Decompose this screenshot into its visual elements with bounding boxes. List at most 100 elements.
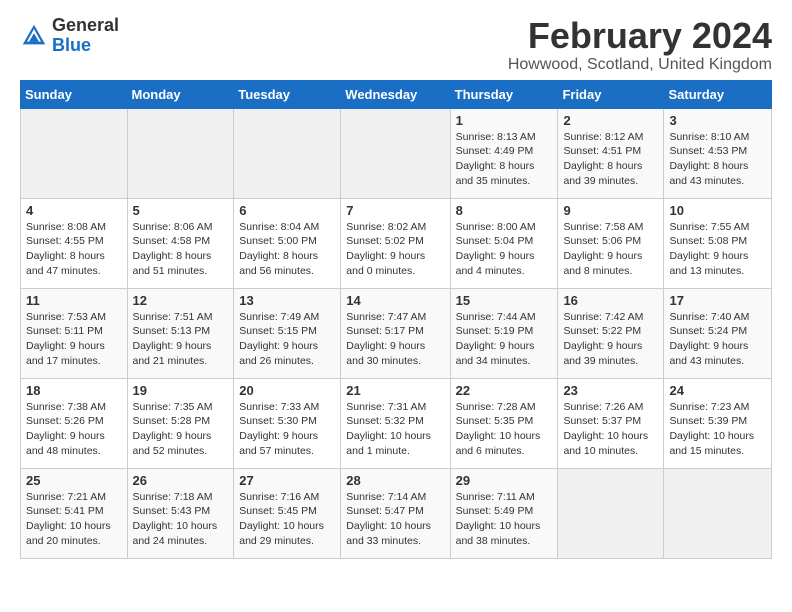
day-info: Sunrise: 7:31 AM Sunset: 5:32 PM Dayligh…: [346, 400, 444, 459]
calendar-cell: 1 Sunrise: 8:13 AM Sunset: 4:49 PM Daylig…: [450, 108, 558, 198]
day-info: Sunrise: 7:26 AM Sunset: 5:37 PM Dayligh…: [563, 400, 658, 459]
day-number: 4: [26, 203, 122, 218]
calendar-cell: 23 Sunrise: 7:26 AM Sunset: 5:37 PM Dayli…: [558, 378, 664, 468]
calendar-cell: 19Sunrise: 7:35 AM Sunset: 5:28 PM Dayli…: [127, 378, 234, 468]
day-number: 22: [456, 383, 553, 398]
day-header-monday: Monday: [127, 80, 234, 108]
logo: General Blue: [20, 16, 119, 56]
day-info: Sunrise: 8:13 AM Sunset: 4:49 PM Dayligh…: [456, 130, 553, 189]
day-number: 7: [346, 203, 444, 218]
calendar-table: SundayMondayTuesdayWednesdayThursdayFrid…: [20, 80, 772, 559]
day-header-wednesday: Wednesday: [341, 80, 450, 108]
day-number: 14: [346, 293, 444, 308]
day-info: Sunrise: 8:02 AM Sunset: 5:02 PM Dayligh…: [346, 220, 444, 279]
day-info: Sunrise: 7:35 AM Sunset: 5:28 PM Dayligh…: [133, 400, 229, 459]
calendar-cell: [664, 468, 772, 558]
day-info: Sunrise: 8:08 AM Sunset: 4:55 PM Dayligh…: [26, 220, 122, 279]
calendar-cell: [21, 108, 128, 198]
day-number: 13: [239, 293, 335, 308]
day-number: 18: [26, 383, 122, 398]
day-info: Sunrise: 7:47 AM Sunset: 5:17 PM Dayligh…: [346, 310, 444, 369]
calendar-cell: 8 Sunrise: 8:00 AM Sunset: 5:04 PM Daylig…: [450, 198, 558, 288]
day-number: 11: [26, 293, 122, 308]
day-info: Sunrise: 8:06 AM Sunset: 4:58 PM Dayligh…: [133, 220, 229, 279]
title-area: February 2024 Howwood, Scotland, United …: [508, 16, 772, 74]
calendar-week-row: 1 Sunrise: 8:13 AM Sunset: 4:49 PM Daylig…: [21, 108, 772, 198]
day-info: Sunrise: 7:42 AM Sunset: 5:22 PM Dayligh…: [563, 310, 658, 369]
calendar-cell: 3 Sunrise: 8:10 AM Sunset: 4:53 PM Daylig…: [664, 108, 772, 198]
day-number: 26: [133, 473, 229, 488]
day-number: 9: [563, 203, 658, 218]
calendar-cell: 5 Sunrise: 8:06 AM Sunset: 4:58 PM Daylig…: [127, 198, 234, 288]
day-number: 23: [563, 383, 658, 398]
calendar-cell: [341, 108, 450, 198]
calendar-cell: 14 Sunrise: 7:47 AM Sunset: 5:17 PM Dayli…: [341, 288, 450, 378]
calendar-cell: 13 Sunrise: 7:49 AM Sunset: 5:15 PM Dayli…: [234, 288, 341, 378]
calendar-cell: 29 Sunrise: 7:11 AM Sunset: 5:49 PM Dayli…: [450, 468, 558, 558]
day-info: Sunrise: 8:04 AM Sunset: 5:00 PM Dayligh…: [239, 220, 335, 279]
day-info: Sunrise: 7:21 AM Sunset: 5:41 PM Dayligh…: [26, 490, 122, 549]
day-info: Sunrise: 8:00 AM Sunset: 5:04 PM Dayligh…: [456, 220, 553, 279]
calendar-header-row: SundayMondayTuesdayWednesdayThursdayFrid…: [21, 80, 772, 108]
calendar-cell: [234, 108, 341, 198]
calendar-cell: 15Sunrise: 7:44 AM Sunset: 5:19 PM Dayli…: [450, 288, 558, 378]
day-info: Sunrise: 7:16 AM Sunset: 5:45 PM Dayligh…: [239, 490, 335, 549]
month-title: February 2024: [508, 16, 772, 56]
calendar-cell: 11Sunrise: 7:53 AM Sunset: 5:11 PM Dayli…: [21, 288, 128, 378]
day-number: 5: [133, 203, 229, 218]
day-number: 1: [456, 113, 553, 128]
day-number: 6: [239, 203, 335, 218]
calendar-cell: [127, 108, 234, 198]
calendar-week-row: 18 Sunrise: 7:38 AM Sunset: 5:26 PM Dayli…: [21, 378, 772, 468]
day-number: 12: [133, 293, 229, 308]
day-number: 8: [456, 203, 553, 218]
day-number: 2: [563, 113, 658, 128]
day-info: Sunrise: 7:38 AM Sunset: 5:26 PM Dayligh…: [26, 400, 122, 459]
day-info: Sunrise: 7:11 AM Sunset: 5:49 PM Dayligh…: [456, 490, 553, 549]
day-info: Sunrise: 7:40 AM Sunset: 5:24 PM Dayligh…: [669, 310, 766, 369]
calendar-week-row: 25 Sunrise: 7:21 AM Sunset: 5:41 PM Dayli…: [21, 468, 772, 558]
day-number: 25: [26, 473, 122, 488]
calendar-cell: 18 Sunrise: 7:38 AM Sunset: 5:26 PM Dayli…: [21, 378, 128, 468]
calendar-cell: 2 Sunrise: 8:12 AM Sunset: 4:51 PM Daylig…: [558, 108, 664, 198]
calendar-cell: 10 Sunrise: 7:55 AM Sunset: 5:08 PM Dayli…: [664, 198, 772, 288]
day-info: Sunrise: 7:55 AM Sunset: 5:08 PM Dayligh…: [669, 220, 766, 279]
day-header-thursday: Thursday: [450, 80, 558, 108]
page-header: General Blue February 2024 Howwood, Scot…: [20, 16, 772, 74]
day-number: 17: [669, 293, 766, 308]
logo-icon: [20, 22, 48, 50]
day-info: Sunrise: 7:14 AM Sunset: 5:47 PM Dayligh…: [346, 490, 444, 549]
day-info: Sunrise: 8:10 AM Sunset: 4:53 PM Dayligh…: [669, 130, 766, 189]
day-info: Sunrise: 7:23 AM Sunset: 5:39 PM Dayligh…: [669, 400, 766, 459]
day-number: 3: [669, 113, 766, 128]
day-number: 27: [239, 473, 335, 488]
day-info: Sunrise: 7:58 AM Sunset: 5:06 PM Dayligh…: [563, 220, 658, 279]
calendar-cell: 9 Sunrise: 7:58 AM Sunset: 5:06 PM Daylig…: [558, 198, 664, 288]
calendar-cell: 4 Sunrise: 8:08 AM Sunset: 4:55 PM Daylig…: [21, 198, 128, 288]
calendar-week-row: 4 Sunrise: 8:08 AM Sunset: 4:55 PM Daylig…: [21, 198, 772, 288]
day-header-saturday: Saturday: [664, 80, 772, 108]
day-number: 24: [669, 383, 766, 398]
day-number: 29: [456, 473, 553, 488]
location-title: Howwood, Scotland, United Kingdom: [508, 56, 772, 74]
day-info: Sunrise: 7:18 AM Sunset: 5:43 PM Dayligh…: [133, 490, 229, 549]
calendar-week-row: 11Sunrise: 7:53 AM Sunset: 5:11 PM Dayli…: [21, 288, 772, 378]
calendar-cell: 16Sunrise: 7:42 AM Sunset: 5:22 PM Dayli…: [558, 288, 664, 378]
day-info: Sunrise: 8:12 AM Sunset: 4:51 PM Dayligh…: [563, 130, 658, 189]
calendar-cell: 22 Sunrise: 7:28 AM Sunset: 5:35 PM Dayli…: [450, 378, 558, 468]
day-info: Sunrise: 7:44 AM Sunset: 5:19 PM Dayligh…: [456, 310, 553, 369]
day-number: 10: [669, 203, 766, 218]
calendar-cell: 25 Sunrise: 7:21 AM Sunset: 5:41 PM Dayli…: [21, 468, 128, 558]
day-info: Sunrise: 7:33 AM Sunset: 5:30 PM Dayligh…: [239, 400, 335, 459]
day-info: Sunrise: 7:49 AM Sunset: 5:15 PM Dayligh…: [239, 310, 335, 369]
calendar-cell: 6 Sunrise: 8:04 AM Sunset: 5:00 PM Daylig…: [234, 198, 341, 288]
calendar-cell: [558, 468, 664, 558]
day-number: 20: [239, 383, 335, 398]
calendar-cell: 28 Sunrise: 7:14 AM Sunset: 5:47 PM Dayli…: [341, 468, 450, 558]
calendar-cell: 24 Sunrise: 7:23 AM Sunset: 5:39 PM Dayli…: [664, 378, 772, 468]
calendar-cell: 20 Sunrise: 7:33 AM Sunset: 5:30 PM Dayli…: [234, 378, 341, 468]
calendar-cell: 12Sunrise: 7:51 AM Sunset: 5:13 PM Dayli…: [127, 288, 234, 378]
day-number: 28: [346, 473, 444, 488]
calendar-cell: 27 Sunrise: 7:16 AM Sunset: 5:45 PM Dayli…: [234, 468, 341, 558]
day-info: Sunrise: 7:28 AM Sunset: 5:35 PM Dayligh…: [456, 400, 553, 459]
